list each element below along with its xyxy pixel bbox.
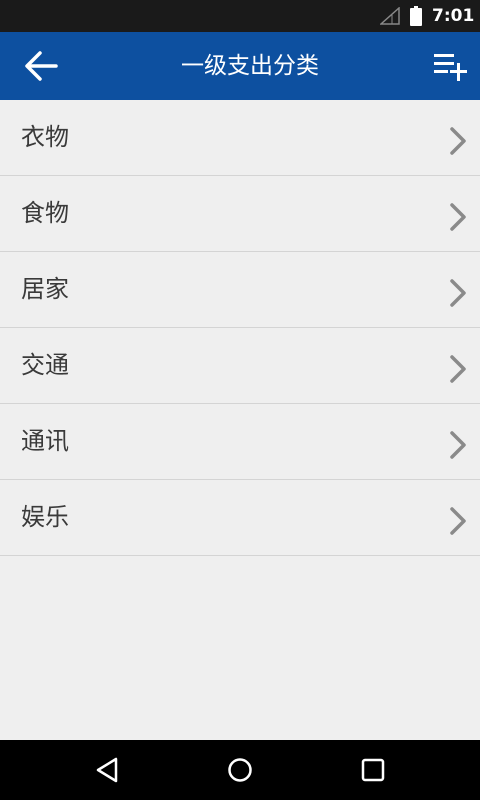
playlist-add-icon (434, 54, 467, 81)
chevron-right-icon (450, 203, 466, 231)
category-item-food[interactable]: 食物 (0, 176, 480, 252)
arrow-left-icon (25, 51, 58, 81)
category-list: 衣物 食物 居家 交通 通讯 娱乐 (0, 100, 480, 556)
category-item-transport[interactable]: 交通 (0, 328, 480, 404)
nav-back-icon (96, 757, 118, 783)
category-item-communication[interactable]: 通讯 (0, 404, 480, 480)
nav-recent-apps-button[interactable] (357, 754, 389, 786)
chevron-right-icon (450, 279, 466, 307)
category-label: 交通 (21, 351, 69, 379)
add-category-button[interactable] (430, 50, 470, 84)
nav-home-icon (228, 758, 252, 782)
nav-recent-apps-icon (361, 758, 385, 782)
back-button[interactable] (18, 46, 62, 86)
status-bar: 7:01 (0, 0, 480, 32)
category-label: 居家 (21, 275, 69, 303)
nav-home-button[interactable] (224, 754, 256, 786)
category-item-clothing[interactable]: 衣物 (0, 100, 480, 176)
nav-back-button[interactable] (92, 754, 124, 786)
category-label: 食物 (21, 199, 69, 227)
status-time: 7:01 (432, 6, 475, 26)
system-nav-bar (0, 740, 480, 800)
screen: 7:01 一级支出分类 衣物 食物 居家 交通 通讯 娱乐 (0, 0, 480, 800)
battery-icon (410, 6, 422, 26)
category-label: 衣物 (21, 123, 69, 151)
category-item-entertainment[interactable]: 娱乐 (0, 480, 480, 556)
chevron-right-icon (450, 507, 466, 535)
category-label: 通讯 (21, 427, 69, 455)
chevron-right-icon (450, 355, 466, 383)
chevron-right-icon (450, 431, 466, 459)
app-bar: 一级支出分类 (0, 32, 480, 100)
chevron-right-icon (450, 127, 466, 155)
signal-icon (380, 7, 400, 25)
category-label: 娱乐 (21, 503, 69, 531)
category-item-home[interactable]: 居家 (0, 252, 480, 328)
page-title: 一级支出分类 (181, 53, 319, 79)
